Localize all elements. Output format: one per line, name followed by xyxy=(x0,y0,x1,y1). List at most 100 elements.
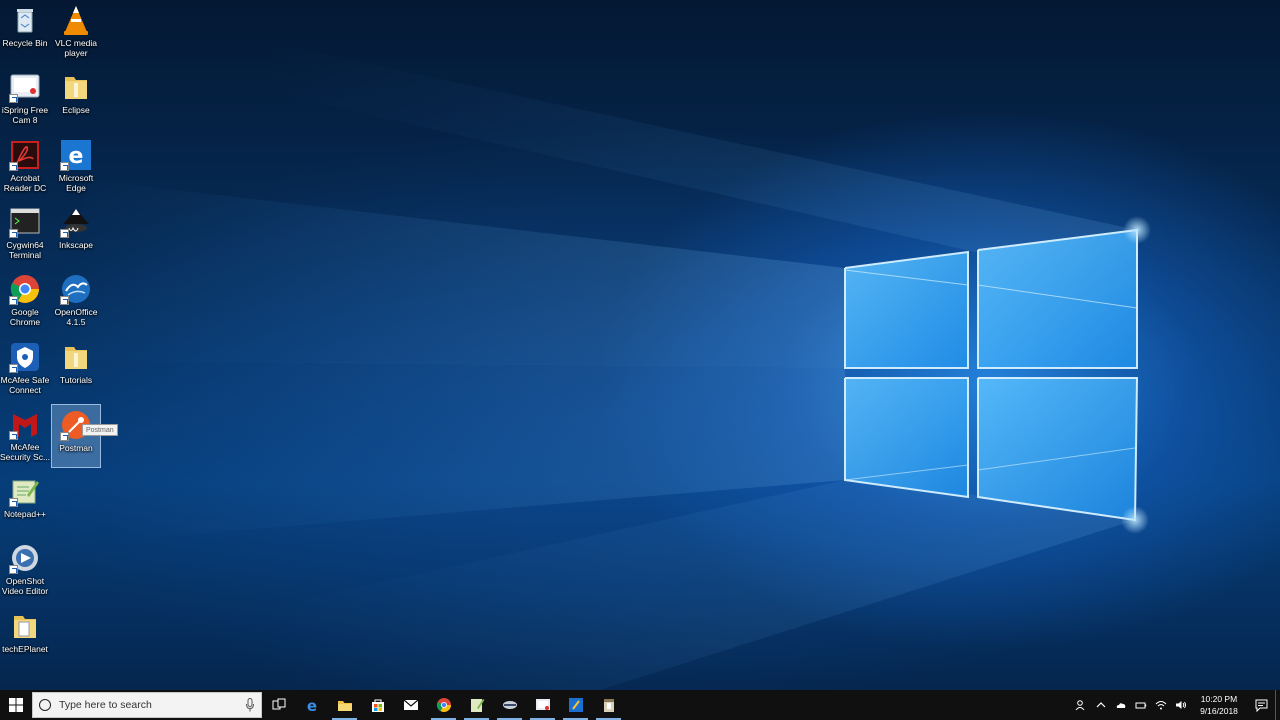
desktop-icon-ispring[interactable]: iSpring Free Cam 8 xyxy=(0,67,50,131)
inkscape-icon xyxy=(60,206,92,238)
desktop-icon-label: Recycle Bin xyxy=(2,38,48,48)
taskbar-edge-button[interactable]: e xyxy=(295,690,328,720)
desktop-icon-techeplanet[interactable]: techEPlanet xyxy=(0,606,50,670)
taskbar-acrobat-app-button[interactable] xyxy=(559,690,592,720)
taskbar-file-explorer-button[interactable] xyxy=(328,690,361,720)
action-center-button[interactable] xyxy=(1247,690,1275,720)
shortcut-arrow-icon xyxy=(9,363,18,373)
desktop-icon-label: Microsoft Edge xyxy=(58,172,94,193)
shortcut-arrow-icon xyxy=(60,228,69,238)
clock-date: 9/16/2018 xyxy=(1200,706,1238,716)
desktop-icon-notepadpp[interactable]: Notepad++ xyxy=(0,471,50,535)
desktop-icon-edge[interactable]: e Microsoft Edge xyxy=(51,135,101,199)
taskbar-notepadpp-button[interactable] xyxy=(460,690,493,720)
shortcut-arrow-icon xyxy=(60,431,69,441)
desktop-icon-label: Tutorials xyxy=(59,374,93,385)
taskbar: Type here to search e 10:20 PM 9/16/2018 xyxy=(0,690,1280,720)
show-desktop-button[interactable] xyxy=(1275,690,1280,720)
shortcut-arrow-icon xyxy=(9,94,18,104)
taskbar-postman-app-button[interactable] xyxy=(493,690,526,720)
desktop-icon-eclipse[interactable]: Eclipse xyxy=(51,67,101,131)
desktop-icon-label: McAfee Security Sc... xyxy=(0,441,51,462)
desktop-icon-vlc[interactable]: VLC media player xyxy=(51,0,101,64)
openshot-icon xyxy=(9,542,41,575)
chrome-icon xyxy=(436,698,451,712)
desktop-icon-label: techEPlanet xyxy=(2,643,48,654)
tutorials-icon xyxy=(60,341,92,373)
recycle-bin-icon xyxy=(9,4,41,36)
start-button[interactable] xyxy=(0,690,32,720)
taskbar-chrome-button[interactable] xyxy=(427,690,460,720)
battery-icon[interactable] xyxy=(1133,690,1149,720)
taskbar-mail-button[interactable] xyxy=(394,690,427,720)
shortcut-arrow-icon xyxy=(60,296,69,306)
desktop-icon-label: Cygwin64 Terminal xyxy=(6,239,44,260)
ispring-app-icon xyxy=(535,699,550,710)
shortcut-arrow-icon xyxy=(60,161,69,171)
windows-logo-light xyxy=(40,40,1151,690)
desktop-icon-acrobat[interactable]: Acrobat Reader DC xyxy=(0,135,50,199)
desktop-icon-openshot[interactable]: OpenShot Video Editor xyxy=(0,538,50,602)
file-explorer-icon xyxy=(337,701,352,711)
desktop-icon-chrome[interactable]: Google Chrome xyxy=(0,269,50,333)
show-hidden-icons-chevron-icon[interactable] xyxy=(1093,690,1109,720)
cortana-circle-icon xyxy=(39,699,51,711)
volume-icon[interactable] xyxy=(1173,690,1189,720)
desktop-icon-label: Acrobat Reader DC xyxy=(3,172,47,193)
notepadpp-icon xyxy=(470,699,484,712)
mcafee-safe-icon xyxy=(9,341,41,373)
desktop-icon-label: McAfee Safe Connect xyxy=(0,374,50,395)
taskbar-archive-app-button[interactable] xyxy=(592,690,625,720)
vlc-icon xyxy=(60,4,92,36)
desktop-icon-recycle-bin[interactable]: Recycle Bin xyxy=(0,0,50,64)
shortcut-arrow-icon xyxy=(9,161,18,171)
notification-icon xyxy=(1255,699,1267,712)
desktop-icon-mcafee-safe[interactable]: McAfee Safe Connect xyxy=(0,337,50,401)
postman-app-icon xyxy=(502,701,517,709)
desktop-icon-openoffice[interactable]: OpenOffice 4.1.5 xyxy=(51,269,101,333)
ispring-icon xyxy=(9,71,41,104)
desktop-icon-cygwin[interactable]: Cygwin64 Terminal xyxy=(0,202,50,266)
desktop-icon-label: Eclipse xyxy=(62,105,90,116)
people-icon[interactable] xyxy=(1073,690,1089,720)
acrobat-icon xyxy=(9,139,41,171)
desktop-icon-label: OpenOffice 4.1.5 xyxy=(54,307,98,328)
techeplanet-icon xyxy=(9,610,41,642)
desktop-icon-label: Notepad++ xyxy=(3,509,47,520)
desktop-icon-tutorials[interactable]: Tutorials xyxy=(51,337,101,401)
archive-app-icon xyxy=(603,699,614,712)
desktop-icon-label: OpenShot Video Editor xyxy=(1,576,49,597)
windows-logo-icon xyxy=(9,698,23,712)
wifi-icon[interactable] xyxy=(1153,690,1169,720)
openoffice-icon xyxy=(60,273,92,306)
shortcut-arrow-icon xyxy=(9,498,18,508)
taskbar-ispring-app-button[interactable] xyxy=(526,690,559,720)
clock-time: 10:20 PM xyxy=(1200,694,1238,704)
taskbar-store-button[interactable] xyxy=(361,690,394,720)
edge-icon: e xyxy=(306,697,316,713)
shortcut-arrow-icon xyxy=(9,228,18,238)
desktop-icon-mcafee-security[interactable]: McAfee Security Sc... xyxy=(0,404,50,468)
edge-icon: e xyxy=(60,139,92,171)
desktop-icon-inkscape[interactable]: Inkscape xyxy=(51,202,101,266)
task-view-icon xyxy=(272,698,285,710)
store-icon xyxy=(371,699,384,712)
chrome-icon xyxy=(9,273,41,306)
notepadpp-icon xyxy=(9,475,41,508)
cygwin-icon xyxy=(9,206,41,238)
desktop-icon-label: Postman xyxy=(59,442,93,453)
mail-icon xyxy=(403,699,418,710)
taskbar-search-box[interactable]: Type here to search xyxy=(32,692,262,718)
postman-tooltip: Postman xyxy=(82,424,118,436)
search-placeholder: Type here to search xyxy=(59,699,152,711)
onedrive-icon[interactable] xyxy=(1113,690,1129,720)
system-tray: 10:20 PM 9/16/2018 xyxy=(1071,690,1280,720)
desktop-icon-label: VLC media player xyxy=(54,38,98,58)
taskbar-task-view-button[interactable] xyxy=(262,690,295,720)
taskbar-clock[interactable]: 10:20 PM 9/16/2018 xyxy=(1195,693,1243,717)
shortcut-arrow-icon xyxy=(9,296,18,306)
acrobat-app-icon xyxy=(568,698,583,712)
svg-text:e: e xyxy=(306,697,316,713)
microphone-icon[interactable] xyxy=(245,698,255,712)
svg-text:e: e xyxy=(69,144,84,169)
